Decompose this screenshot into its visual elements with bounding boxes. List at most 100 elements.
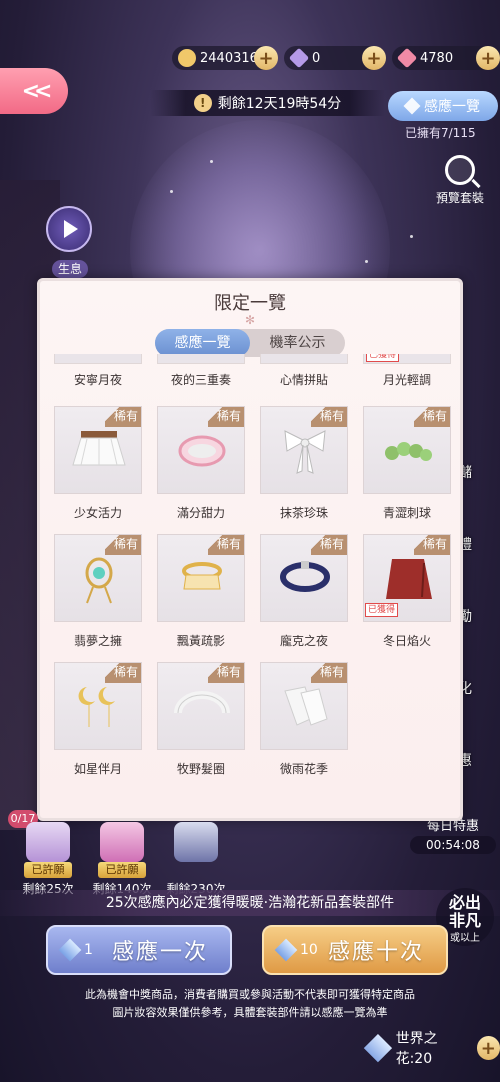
gift-reward[interactable]: 已許願 剩餘140次 <box>92 822 152 897</box>
side-menu-item[interactable]: 儲 <box>458 462 500 482</box>
disclaimer-line: 此為機會中獎商品，消費者購買或參與活動不代表即可獲得特定商品 <box>85 988 415 1001</box>
wished-tag: 已許願 <box>98 862 146 878</box>
item-name: 冬日焰火 <box>382 634 431 648</box>
side-menu-item[interactable]: 化 <box>458 678 500 698</box>
item-card[interactable]: 稀有 <box>54 662 142 750</box>
item-card[interactable] <box>157 354 245 364</box>
item-card[interactable] <box>54 354 142 364</box>
sparkle <box>210 160 213 163</box>
item-name: 牧野髮圈 <box>176 762 225 776</box>
owned-badge: 已獲得 <box>366 354 400 362</box>
guarantee-notice: 25次感應內必定獲得暖暖·浩瀚花新品套裝部件 <box>0 890 500 916</box>
gift-reward[interactable]: 剩餘230次 <box>166 822 226 897</box>
event-timer: ! 剩餘12天19時54分 <box>150 90 385 116</box>
item-card[interactable] <box>260 354 348 364</box>
gloves-icon <box>284 686 328 726</box>
gift-reward[interactable]: 已許願 剩餘25次 <box>18 822 78 897</box>
sparkle <box>170 190 173 193</box>
coin-counter: 24403167 + <box>172 46 278 70</box>
bracelet-icon <box>178 435 226 467</box>
crystal-icon <box>274 938 298 962</box>
item-card[interactable]: 稀有 <box>157 406 245 494</box>
modal-title: 限定一覽 <box>214 293 286 314</box>
tab-probability[interactable]: 機率公示 <box>250 329 345 357</box>
item-card[interactable]: 稀有 已獲得 <box>363 534 451 622</box>
diamond-icon <box>403 97 421 115</box>
play-video-button[interactable] <box>46 206 92 252</box>
rare-badge: 稀有 <box>105 535 141 555</box>
modal-tabs: 感應一覽 機率公示 <box>155 329 345 357</box>
item-card[interactable]: 稀有 <box>260 406 348 494</box>
owned-count: 已擁有7/115 <box>405 126 476 140</box>
back-button[interactable]: << <box>0 68 68 114</box>
item-name: 龐克之夜 <box>279 634 328 648</box>
tab-induction-list[interactable]: 感應一覽 <box>155 329 250 357</box>
dress-gift-icon <box>26 822 70 862</box>
item-cell[interactable]: 稀有 抹茶珍珠 <box>260 406 348 521</box>
item-card[interactable]: 稀有 <box>54 406 142 494</box>
rare-badge: 稀有 <box>105 407 141 427</box>
pull-once-button[interactable]: 1 感應一次 <box>46 925 232 975</box>
add-coins-button[interactable]: + <box>254 46 278 70</box>
item-cell[interactable]: 稀有 龐克之夜 <box>260 534 348 649</box>
side-menu-item[interactable]: 勵 <box>458 606 500 626</box>
daily-countdown: 00:54:08 <box>410 836 496 854</box>
brooch-icon <box>85 557 113 604</box>
item-cell[interactable]: 稀有 牧野髮圈 <box>157 662 245 777</box>
item-cell[interactable]: 稀有 飄黃疏影 <box>157 534 245 649</box>
pull-ten-button[interactable]: 10 感應十次 <box>262 925 448 975</box>
magnifier-icon <box>445 155 475 185</box>
item-cell[interactable]: 稀有 翡夢之擁 <box>54 534 142 649</box>
pink-diamond-counter: 4780 + <box>392 46 500 70</box>
item-card[interactable]: 稀有 <box>54 534 142 622</box>
rare-badge: 稀有 <box>105 663 141 683</box>
item-card[interactable]: 稀有 <box>363 406 451 494</box>
side-menu-item[interactable]: 禮 <box>458 534 500 554</box>
limited-list-modal: 限定一覽 ✻ 感應一覽 機率公示 安寧月夜 夜的三重奏 心情拼貼 已獲得 月光輕… <box>37 278 463 821</box>
add-purple-diamonds-button[interactable]: + <box>362 46 386 70</box>
world-flower-counter: 世界之花:20 + <box>363 1028 500 1068</box>
item-name: 少女活力 <box>73 506 122 520</box>
add-world-flower-button[interactable]: + <box>476 1036 500 1060</box>
item-card[interactable]: 稀有 <box>260 662 348 750</box>
rare-badge: 稀有 <box>208 663 244 683</box>
item-name: 微雨花季 <box>279 762 328 776</box>
item-name: 青澀刺球 <box>382 506 431 520</box>
item-name: 安寧月夜 <box>73 373 122 387</box>
item-grid[interactable]: 安寧月夜 夜的三重奏 心情拼貼 已獲得 月光輕調 稀有 少女活力 稀有 滿分甜力… <box>54 354 452 818</box>
gallery-button[interactable]: 感應一覽 <box>388 91 498 121</box>
warning-icon: ! <box>193 94 212 112</box>
rare-badge: 稀有 <box>414 407 450 427</box>
preview-outfit-button[interactable]: 預覽套裝 <box>430 155 490 206</box>
item-name: 飄黃疏影 <box>176 634 225 648</box>
portrait-gift-icon <box>174 822 218 862</box>
item-card[interactable]: 已獲得 <box>363 354 451 364</box>
side-menu-item[interactable]: 惠 <box>458 750 500 770</box>
purple-diamond-counter: 0 + <box>284 46 386 70</box>
sparkle <box>410 235 413 238</box>
play-icon <box>64 220 78 238</box>
yellow-collar-icon <box>182 562 222 590</box>
rare-badge: 稀有 <box>414 535 450 555</box>
rare-badge: 稀有 <box>208 535 244 555</box>
item-cell[interactable]: 稀有 青澀刺球 <box>363 406 451 521</box>
item-cell[interactable]: 稀有 少女活力 <box>54 406 142 521</box>
item-name: 翡夢之擁 <box>73 634 122 648</box>
item-card[interactable]: 稀有 <box>157 534 245 622</box>
rare-badge: 稀有 <box>311 407 347 427</box>
item-cell[interactable]: 稀有 滿分甜力 <box>157 406 245 521</box>
life-tag[interactable]: 生息 <box>52 260 88 278</box>
item-card[interactable]: 稀有 <box>260 534 348 622</box>
item-card[interactable]: 稀有 <box>157 662 245 750</box>
green-hairclip-icon <box>385 442 432 461</box>
add-pink-diamonds-button[interactable]: + <box>476 46 500 70</box>
double-chevron-left-icon: << <box>21 78 53 104</box>
owned-badge: 已獲得 <box>365 603 399 617</box>
item-name: 抹茶珍珠 <box>279 506 328 520</box>
sparkle <box>365 260 368 263</box>
item-cell[interactable]: 稀有 如星伴月 <box>54 662 142 777</box>
item-cell[interactable]: 稀有 已獲得 冬日焰火 <box>363 534 451 649</box>
bow-icon <box>284 430 326 474</box>
snowflake-icon: ✻ <box>245 313 256 327</box>
item-cell[interactable]: 稀有 微雨花季 <box>260 662 348 777</box>
